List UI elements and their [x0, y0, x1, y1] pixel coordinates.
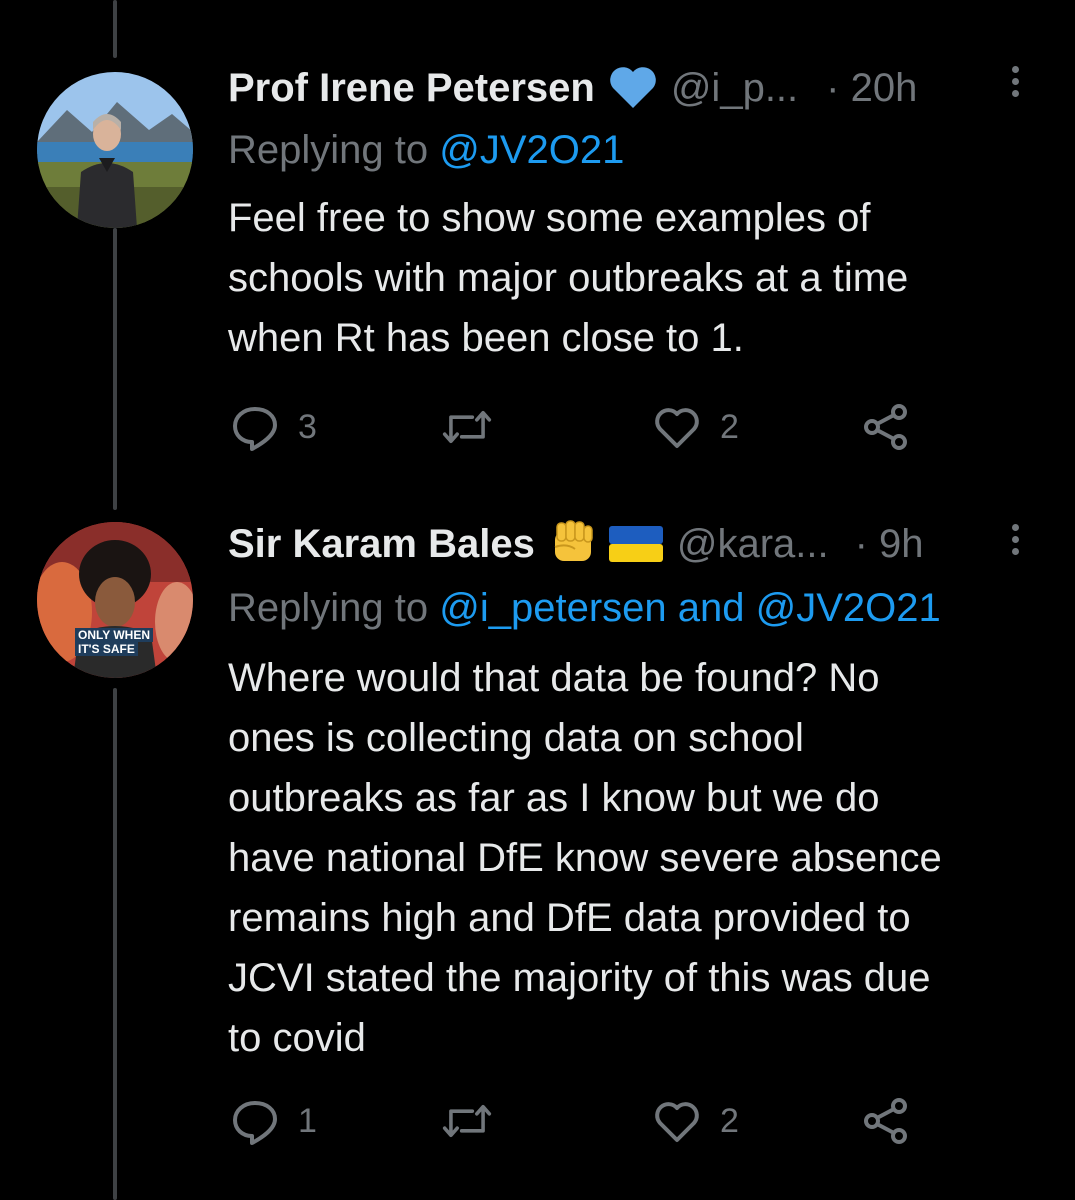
avatar-caption-1: ONLY WHEN	[75, 628, 154, 642]
raised-fist-icon	[549, 519, 597, 569]
tweet-actions: 1 2	[230, 1096, 930, 1146]
tweet-text: Feel free to show some examples of schoo…	[228, 196, 909, 360]
avatar-irene[interactable]	[37, 72, 193, 228]
avatar-karam[interactable]: ONLY WHEN IT'S SAFE	[37, 522, 193, 678]
reply-count: 1	[298, 1101, 317, 1140]
replying-prefix: Replying to	[228, 128, 440, 172]
retweet-button[interactable]	[442, 402, 492, 452]
author-name[interactable]: Sir Karam Bales	[228, 522, 535, 567]
thread-line-top	[113, 0, 117, 58]
thread-line-bottom	[113, 688, 117, 1200]
retweet-button[interactable]	[442, 1096, 492, 1146]
share-button[interactable]	[862, 1096, 912, 1146]
avatar-caption-2: IT'S SAFE	[75, 642, 138, 656]
tweet-time[interactable]: · 9h	[855, 522, 924, 567]
more-icon[interactable]	[1012, 524, 1020, 560]
replying-to: Replying to @JV2O21	[228, 128, 624, 173]
author-handle[interactable]: @i_p...	[671, 66, 798, 111]
like-count: 2	[720, 1101, 739, 1140]
like-icon	[655, 1102, 699, 1142]
reply-icon	[233, 1101, 277, 1145]
share-button[interactable]	[862, 402, 912, 452]
retweet-icon	[442, 1104, 492, 1138]
more-icon[interactable]	[1012, 66, 1020, 102]
reply-icon	[233, 407, 277, 451]
replying-prefix: Replying to	[228, 586, 440, 630]
reply-count: 3	[298, 407, 317, 446]
share-icon	[864, 404, 907, 450]
author-handle[interactable]: @kara...	[677, 522, 829, 567]
tweet-time[interactable]: · 20h	[826, 66, 917, 111]
like-icon	[655, 408, 699, 448]
avatar-caption-block: ONLY WHEN IT'S SAFE	[75, 628, 165, 656]
share-icon	[864, 1098, 907, 1144]
reply-button[interactable]: 3	[230, 402, 317, 452]
replying-to: Replying to @i_petersen and @JV2O21	[228, 586, 941, 631]
tweet-header: Prof Irene Petersen @i_p... · 20h	[228, 62, 1025, 114]
reply-mentions[interactable]: @i_petersen and @JV2O21	[439, 586, 941, 630]
ukraine-flag-icon	[608, 526, 663, 562]
like-button[interactable]: 2	[652, 1096, 739, 1146]
reply-mention[interactable]: @JV2O21	[439, 128, 624, 172]
author-name[interactable]: Prof Irene Petersen	[228, 66, 595, 111]
reply-button[interactable]: 1	[230, 1096, 317, 1146]
tweet-actions: 3 2	[230, 402, 930, 452]
like-count: 2	[720, 407, 739, 446]
thread-line-middle	[113, 228, 117, 510]
retweet-icon	[442, 410, 492, 444]
like-button[interactable]: 2	[652, 402, 739, 452]
tweet-header: Sir Karam Bales @kara... · 9h	[228, 518, 1025, 570]
tweet-text: Where would that data be found? No ones …	[228, 656, 942, 1060]
heart-emoji-icon	[609, 66, 657, 110]
